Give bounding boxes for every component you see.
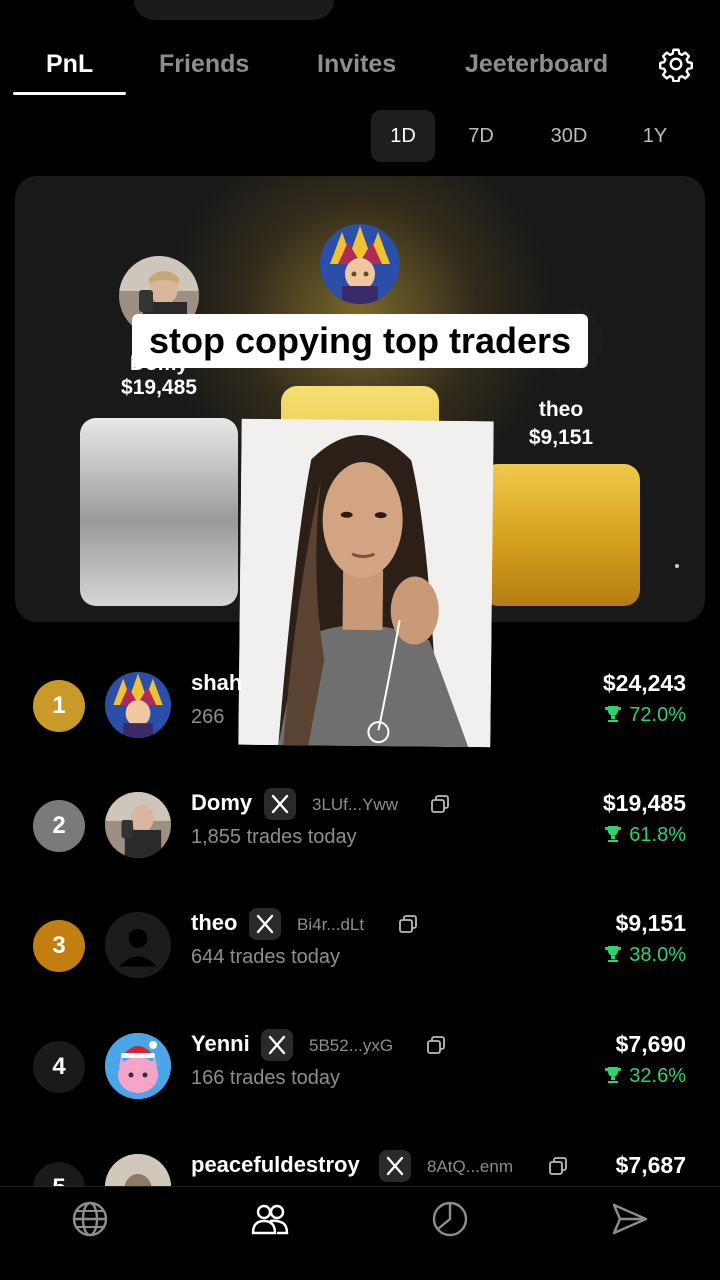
trophy-icon bbox=[605, 706, 622, 722]
tab-invites[interactable]: Invites bbox=[317, 50, 396, 79]
podium-block-third bbox=[482, 464, 640, 606]
leaderboard-row[interactable]: 2 Domy 3LUf...Yww 1,855 trades today $19… bbox=[0, 778, 720, 878]
row-trades: 1,855 trades today bbox=[191, 826, 357, 848]
x-icon[interactable] bbox=[261, 1029, 293, 1061]
row-avatar bbox=[105, 912, 171, 978]
row-pct: 72.0% bbox=[603, 704, 686, 727]
row-address: 5B52...yxG bbox=[309, 1036, 394, 1055]
row-avatar bbox=[105, 672, 171, 738]
top-pill bbox=[134, 0, 334, 20]
portfolio-icon[interactable] bbox=[430, 1199, 470, 1239]
trophy-icon bbox=[605, 1067, 622, 1083]
rank-badge: 1 bbox=[33, 680, 85, 732]
rank-badge: 2 bbox=[33, 800, 85, 852]
period-1d[interactable]: 1D bbox=[371, 110, 435, 162]
leaderboard-row[interactable]: 1 shah 266 $24,243 72.0% bbox=[0, 658, 720, 758]
gear-icon[interactable] bbox=[658, 46, 694, 82]
x-icon[interactable] bbox=[249, 908, 281, 940]
podium-block-second bbox=[80, 418, 238, 606]
rank-badge: 3 bbox=[33, 920, 85, 972]
trophy-icon bbox=[605, 826, 622, 842]
row-pct-value: 72.0% bbox=[629, 704, 686, 726]
trophy-icon bbox=[605, 946, 622, 962]
row-address: 3LUf...Yww bbox=[312, 795, 398, 814]
row-name: Yenni bbox=[191, 1031, 250, 1056]
row-address: 8AtQ...enm bbox=[427, 1157, 513, 1176]
rank-badge: 4 bbox=[33, 1041, 85, 1093]
tab-jeeterboard[interactable]: Jeeterboard bbox=[465, 50, 608, 79]
friends-icon[interactable] bbox=[250, 1199, 290, 1239]
leaderboard-row[interactable]: 4 Yenni 5B52...yxG 166 trades today $7,6… bbox=[0, 1019, 720, 1119]
period-7d[interactable]: 7D bbox=[450, 110, 512, 162]
indicator-dot bbox=[675, 564, 679, 568]
tab-bar: PnL Friends Invites Jeeterboard bbox=[0, 40, 720, 100]
row-trades: 644 trades today bbox=[191, 946, 340, 968]
leaderboard-row[interactable]: 3 theo Bi4r...dLt 644 trades today $9,15… bbox=[0, 898, 720, 998]
row-pnl: $9,151 bbox=[615, 910, 686, 936]
podium-second-amount: $19,485 bbox=[121, 376, 197, 399]
row-avatar bbox=[105, 792, 171, 858]
row-trades: 266 bbox=[191, 706, 225, 728]
row-pct: 38.0% bbox=[603, 944, 686, 967]
row-pct-value: 32.6% bbox=[629, 1065, 686, 1087]
row-name: theo bbox=[191, 910, 238, 935]
row-pct-value: 61.8% bbox=[629, 824, 686, 846]
row-pct: 61.8% bbox=[603, 824, 686, 847]
x-icon[interactable] bbox=[379, 1150, 411, 1182]
video-caption: stop copying top traders bbox=[132, 314, 588, 368]
x-icon[interactable] bbox=[264, 788, 296, 820]
tab-underline bbox=[13, 92, 126, 95]
tab-pnl[interactable]: PnL bbox=[46, 50, 93, 79]
avatar-first[interactable] bbox=[320, 224, 400, 304]
row-pct-value: 38.0% bbox=[629, 944, 686, 966]
row-pnl: $7,687 bbox=[615, 1152, 686, 1178]
globe-icon[interactable] bbox=[70, 1199, 110, 1239]
row-name: Domy bbox=[191, 790, 253, 815]
row-trades: 166 trades today bbox=[191, 1067, 340, 1089]
period-1y[interactable]: 1Y bbox=[624, 110, 686, 162]
copy-icon[interactable] bbox=[430, 794, 450, 814]
podium-third-name: theo bbox=[538, 398, 584, 421]
copy-icon[interactable] bbox=[548, 1156, 568, 1176]
copy-icon[interactable] bbox=[426, 1035, 446, 1055]
row-address: Bi4r...dLt bbox=[297, 915, 365, 934]
tab-friends[interactable]: Friends bbox=[159, 50, 249, 79]
row-pnl: $24,243 bbox=[602, 670, 686, 696]
podium-third-amount: $9,151 bbox=[528, 426, 594, 449]
row-avatar bbox=[105, 1033, 171, 1099]
row-pct: 32.6% bbox=[603, 1065, 686, 1088]
row-pnl: $19,485 bbox=[602, 790, 686, 816]
row-name: shah bbox=[191, 670, 243, 695]
bottom-nav bbox=[0, 1186, 720, 1280]
row-name: peacefuldestroy bbox=[191, 1152, 360, 1177]
period-30d[interactable]: 30D bbox=[536, 110, 602, 162]
row-pnl: $7,690 bbox=[615, 1031, 686, 1057]
send-icon[interactable] bbox=[610, 1199, 650, 1239]
copy-icon[interactable] bbox=[398, 914, 418, 934]
period-selector: 1D 7D 30D 1Y bbox=[0, 110, 720, 162]
